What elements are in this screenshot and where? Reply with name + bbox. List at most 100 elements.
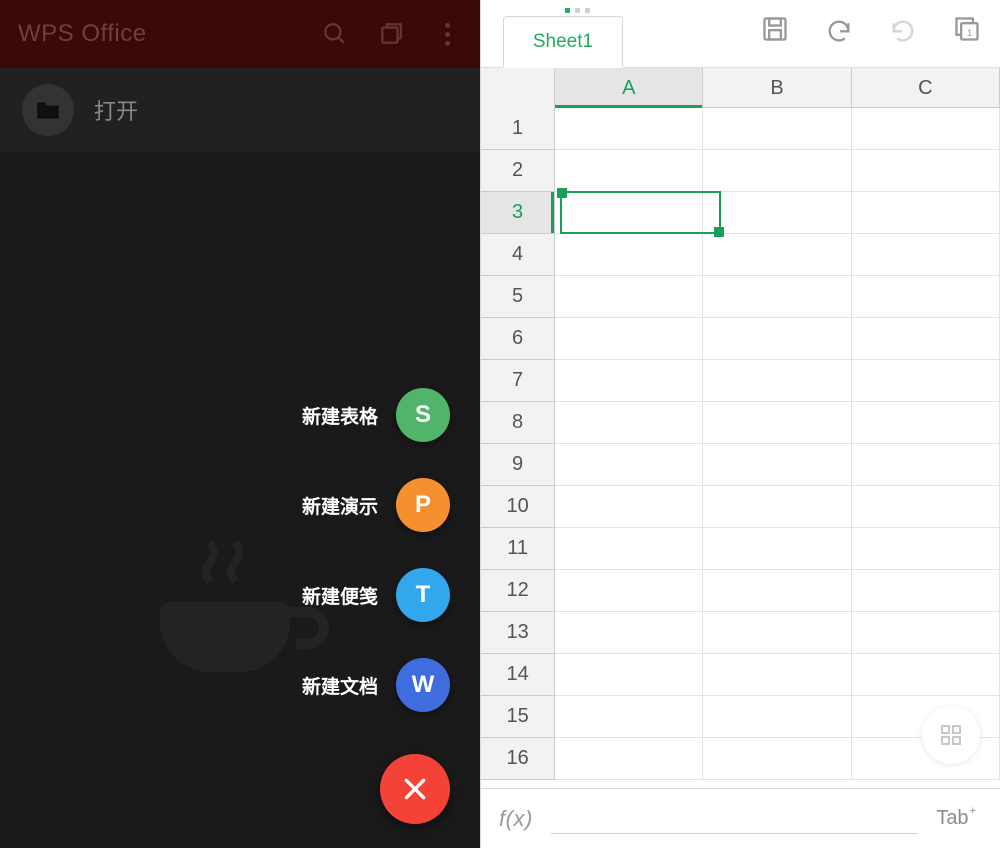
cell[interactable] <box>555 654 703 696</box>
column-header-C[interactable]: C <box>852 68 1000 108</box>
row-header[interactable]: 15 <box>481 696 555 738</box>
cell[interactable] <box>555 570 703 612</box>
formula-input[interactable] <box>551 832 919 834</box>
copy-sheet-icon[interactable]: 1 <box>952 14 982 44</box>
page-indicator <box>565 8 590 13</box>
row-header[interactable]: 12 <box>481 570 555 612</box>
cell[interactable] <box>555 612 703 654</box>
cell[interactable] <box>852 150 1000 192</box>
cell[interactable] <box>703 402 851 444</box>
cell[interactable] <box>703 108 851 150</box>
table-row: 8 <box>481 402 1000 444</box>
cell[interactable] <box>703 738 851 780</box>
row-header[interactable]: 16 <box>481 738 555 780</box>
grid-icon <box>939 723 963 747</box>
cell[interactable] <box>555 276 703 318</box>
table-row: 14 <box>481 654 1000 696</box>
redo-icon[interactable] <box>888 14 918 44</box>
cell[interactable] <box>703 360 851 402</box>
row-header[interactable]: 10 <box>481 486 555 528</box>
cell[interactable] <box>555 318 703 360</box>
tab-key-button[interactable]: Tab+ <box>936 807 976 830</box>
cell[interactable] <box>555 108 703 150</box>
cell[interactable] <box>555 234 703 276</box>
spreadsheet-grid[interactable]: A B C 12345678910111213141516 <box>481 68 1000 788</box>
open-label: 打开 <box>94 94 138 126</box>
row-header[interactable]: 6 <box>481 318 555 360</box>
close-fab-button[interactable] <box>380 754 450 824</box>
cell[interactable] <box>852 108 1000 150</box>
cell[interactable] <box>852 528 1000 570</box>
cell[interactable] <box>703 276 851 318</box>
fab-item-note[interactable]: 新建便笺 T <box>302 568 450 622</box>
cell[interactable] <box>703 528 851 570</box>
cell[interactable] <box>703 234 851 276</box>
cell[interactable] <box>852 402 1000 444</box>
row-header[interactable]: 3 <box>481 192 555 234</box>
cell[interactable] <box>852 570 1000 612</box>
cell[interactable] <box>852 192 1000 234</box>
row-header[interactable]: 4 <box>481 234 555 276</box>
cell[interactable] <box>852 654 1000 696</box>
fab-item-spreadsheet[interactable]: 新建表格 S <box>302 388 450 442</box>
cell[interactable] <box>703 192 851 234</box>
cell[interactable] <box>555 738 703 780</box>
select-all-corner[interactable] <box>481 68 555 108</box>
open-file-row[interactable]: 打开 <box>0 68 480 152</box>
cell[interactable] <box>703 444 851 486</box>
cell[interactable] <box>852 612 1000 654</box>
fab-label: 新建便笺 <box>302 582 378 609</box>
cell[interactable] <box>852 276 1000 318</box>
cell[interactable] <box>703 150 851 192</box>
row-header[interactable]: 7 <box>481 360 555 402</box>
cell[interactable] <box>852 486 1000 528</box>
row-header[interactable]: 2 <box>481 150 555 192</box>
toolbox-button[interactable] <box>922 706 980 764</box>
cell[interactable] <box>555 528 703 570</box>
fab-menu: 新建表格 S 新建演示 P 新建便笺 T 新建文档 W <box>302 388 450 824</box>
fab-label: 新建演示 <box>302 492 378 519</box>
save-icon[interactable] <box>760 14 790 44</box>
sheet-toolbar: Sheet1 1 <box>481 0 1000 68</box>
table-row: 2 <box>481 150 1000 192</box>
fab-item-presentation[interactable]: 新建演示 P <box>302 478 450 532</box>
cell[interactable] <box>555 360 703 402</box>
table-row: 11 <box>481 528 1000 570</box>
close-icon <box>402 776 428 802</box>
overflow-menu-icon[interactable] <box>434 21 460 47</box>
cell[interactable] <box>852 360 1000 402</box>
cell[interactable] <box>555 192 703 234</box>
cell[interactable] <box>555 444 703 486</box>
undo-icon[interactable] <box>824 14 854 44</box>
row-header[interactable]: 9 <box>481 444 555 486</box>
cell[interactable] <box>703 318 851 360</box>
cell[interactable] <box>852 444 1000 486</box>
cell[interactable] <box>703 570 851 612</box>
cell[interactable] <box>555 696 703 738</box>
cell[interactable] <box>703 654 851 696</box>
cell[interactable] <box>852 234 1000 276</box>
row-header[interactable]: 13 <box>481 612 555 654</box>
cell[interactable] <box>852 318 1000 360</box>
column-header-A[interactable]: A <box>555 68 703 108</box>
table-row: 9 <box>481 444 1000 486</box>
windows-icon[interactable] <box>378 21 404 47</box>
formula-bar: f(x) Tab+ <box>481 788 1000 848</box>
cell[interactable] <box>703 696 851 738</box>
cell[interactable] <box>555 486 703 528</box>
row-header[interactable]: 1 <box>481 108 555 150</box>
fab-item-document[interactable]: 新建文档 W <box>302 658 450 712</box>
row-header[interactable]: 8 <box>481 402 555 444</box>
row-header[interactable]: 11 <box>481 528 555 570</box>
row-header[interactable]: 14 <box>481 654 555 696</box>
table-row: 7 <box>481 360 1000 402</box>
cell[interactable] <box>703 612 851 654</box>
fab-label: 新建文档 <box>302 672 378 699</box>
cell[interactable] <box>555 402 703 444</box>
cell[interactable] <box>703 486 851 528</box>
row-header[interactable]: 5 <box>481 276 555 318</box>
column-header-B[interactable]: B <box>703 68 851 108</box>
cell[interactable] <box>555 150 703 192</box>
search-icon[interactable] <box>322 21 348 47</box>
sheet-tab[interactable]: Sheet1 <box>503 16 623 68</box>
